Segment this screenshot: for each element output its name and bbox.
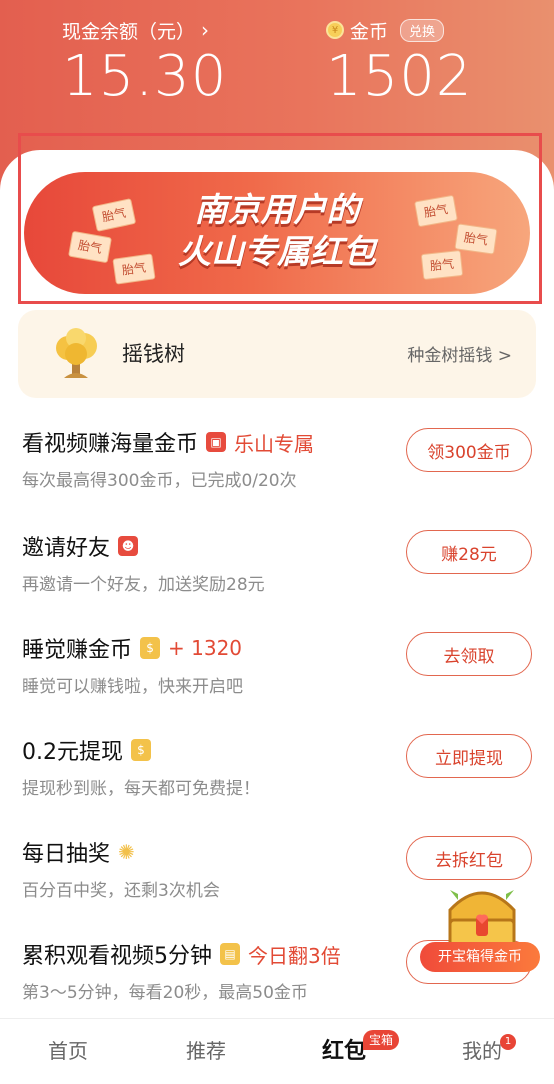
- task-subtitle: 每次最高得300金币，已完成0/20次: [22, 471, 297, 491]
- tab-me[interactable]: 我的: [462, 1035, 502, 1064]
- exchange-button[interactable]: 兑换: [400, 18, 445, 42]
- tab-home[interactable]: 首页: [48, 1035, 88, 1064]
- task-subtitle: 提现秒到账，每天都可免费提！: [22, 779, 260, 799]
- chevron-right-icon: ›: [201, 18, 210, 42]
- coin-balance-label: 金币: [350, 20, 389, 43]
- money-tree-name: 摇钱树: [122, 342, 185, 366]
- coin-balance-value: 1502: [326, 44, 473, 109]
- task-subtitle: 百分百中奖，还剩3次机会: [22, 881, 220, 901]
- banner-highlight-frame: [18, 133, 542, 304]
- task-title: 看视频赚海量金币: [22, 432, 199, 457]
- task-title: 累积观看视频5分钟: [22, 944, 212, 969]
- task-item: 邀请好友 ☻ 再邀请一个好友，加送奖励28元 赚28元: [0, 530, 554, 630]
- bottom-tab-bar: 首页 推荐 红包 我的: [0, 1018, 554, 1084]
- coin-bag-icon: $: [140, 637, 161, 659]
- task-action-button[interactable]: 立即提现: [406, 734, 532, 778]
- task-item: 0.2元提现 $ 提现秒到账，每天都可免费提！ 立即提现: [0, 734, 554, 834]
- task-action-button[interactable]: 赚28元: [406, 530, 532, 574]
- task-title: 每日抽奖: [22, 842, 111, 867]
- money-tree-icon: [56, 328, 97, 378]
- task-title: 0.2元提现: [22, 740, 123, 765]
- video-badge-icon: ▣: [206, 432, 227, 452]
- task-subtitle: 第3～5分钟，每看20秒，最高50金币: [22, 983, 308, 1003]
- coin-balance[interactable]: ¥ 金币 兑换 1502: [326, 16, 473, 108]
- sparkle-coin-icon: ✺: [118, 840, 135, 864]
- task-action-button[interactable]: 去领取: [406, 632, 532, 676]
- money-tree-card[interactable]: 摇钱树 种金树摇钱 >: [18, 310, 536, 398]
- task-subtitle: 睡觉可以赚钱啦，快来开启吧: [22, 677, 243, 697]
- task-item: 看视频赚海量金币 ▣ 乐山专属 每次最高得300金币，已完成0/20次 领300…: [0, 426, 554, 526]
- money-tree-link[interactable]: 种金树摇钱 >: [407, 341, 512, 366]
- document-icon: ▤: [220, 943, 240, 965]
- task-subtitle: 再邀请一个好友，加送奖励28元: [22, 575, 265, 595]
- money-bag-icon: $: [131, 739, 151, 761]
- cash-balance-label: 现金余额（元）: [62, 20, 196, 43]
- tab-hongbao-badge: 宝箱: [363, 1030, 400, 1050]
- treasure-chest-label[interactable]: 开宝箱得金币: [420, 942, 540, 972]
- task-highlight: + 1320: [168, 636, 243, 660]
- tab-hongbao[interactable]: 红包: [322, 1033, 366, 1065]
- friends-badge-icon: ☻: [118, 536, 139, 556]
- task-action-button[interactable]: 领300金币: [406, 428, 532, 472]
- coin-icon: ¥: [326, 21, 344, 39]
- task-title: 睡觉赚金币: [22, 638, 133, 663]
- tab-recommend[interactable]: 推荐: [186, 1035, 226, 1064]
- tab-me-badge: 1: [500, 1034, 516, 1050]
- task-highlight: 乐山专属: [234, 431, 315, 456]
- task-title: 邀请好友: [22, 536, 111, 561]
- task-highlight: 今日翻3倍: [248, 943, 341, 968]
- cash-balance-value: 15.30: [62, 44, 228, 109]
- task-item: 睡觉赚金币 $ + 1320 睡觉可以赚钱啦，快来开启吧 去领取: [0, 632, 554, 732]
- cash-balance[interactable]: 现金余额（元） › 15.30: [62, 16, 227, 108]
